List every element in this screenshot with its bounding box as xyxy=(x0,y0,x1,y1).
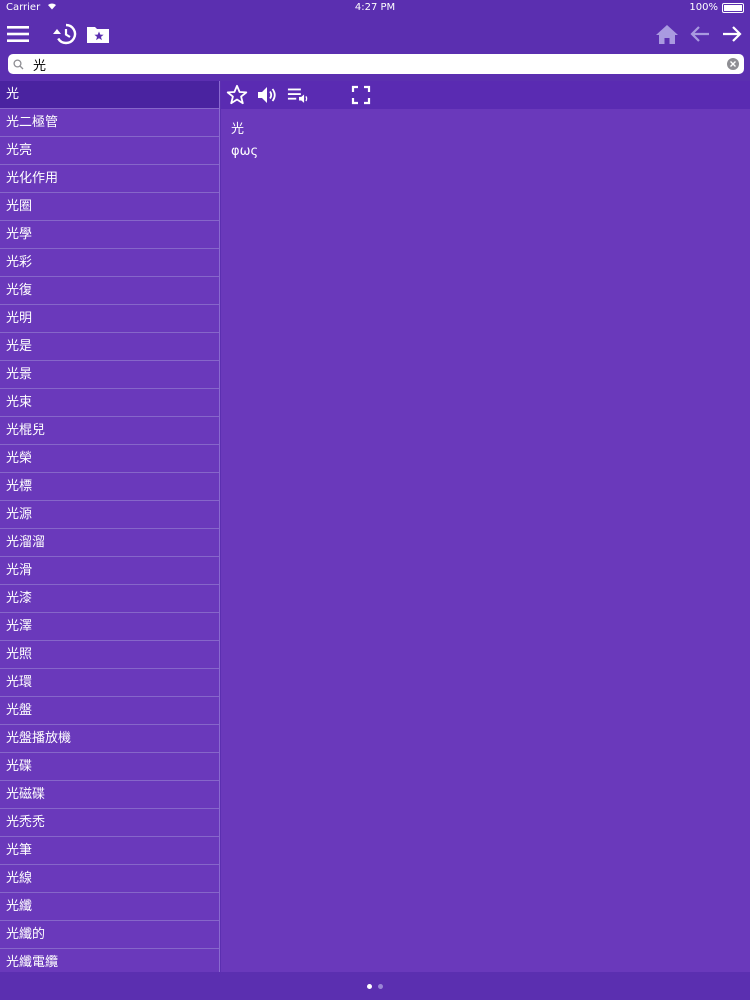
word-list-item[interactable]: 光環 xyxy=(0,669,219,697)
favorite-button[interactable] xyxy=(225,83,249,107)
word-list-item[interactable]: 光照 xyxy=(0,641,219,669)
word-list-item[interactable]: 光盤播放機 xyxy=(0,725,219,753)
word-list-item[interactable]: 光棍兒 xyxy=(0,417,219,445)
search-icon xyxy=(13,58,29,70)
word-list-item[interactable]: 光明 xyxy=(0,305,219,333)
close-icon xyxy=(730,61,736,67)
detail-panel: 光 φως xyxy=(221,81,750,972)
word-list-item[interactable]: 光滑 xyxy=(0,557,219,585)
word-list-item[interactable]: 光彩 xyxy=(0,249,219,277)
entry-translation: φως xyxy=(231,144,259,159)
history-button[interactable] xyxy=(49,18,81,50)
word-list-item[interactable]: 光纖的 xyxy=(0,921,219,949)
menu-icon xyxy=(7,26,29,42)
word-list-item[interactable]: 光是 xyxy=(0,333,219,361)
word-list-item[interactable]: 光圈 xyxy=(0,193,219,221)
status-bar: Carrier 4:27 PM 100% xyxy=(0,0,750,16)
favorites-folder-icon xyxy=(87,27,109,43)
speak-button[interactable] xyxy=(256,83,280,107)
history-icon xyxy=(53,23,77,45)
word-list-item[interactable]: 光標 xyxy=(0,473,219,501)
word-list-item[interactable]: 光學 xyxy=(0,221,219,249)
speak-list-button[interactable] xyxy=(287,83,311,107)
word-list-item[interactable]: 光禿禿 xyxy=(0,809,219,837)
word-list-item[interactable]: 光盤 xyxy=(0,697,219,725)
word-list-item[interactable]: 光纖 xyxy=(0,893,219,921)
playlist-audio-icon xyxy=(287,88,308,103)
word-list: 光光二極管 光亮 光化作用 光圈 光學 光彩 光復 光明 光是 光景 光束 光棍兒 光榮 光標 光源 光溜溜光… xyxy=(0,81,220,972)
word-list-item[interactable]: 光筆 xyxy=(0,837,219,865)
fullscreen-button[interactable] xyxy=(349,83,373,107)
entry-headword: 光 xyxy=(231,122,245,137)
home-button[interactable] xyxy=(651,18,683,50)
word-list-item[interactable]: 光二極管 xyxy=(0,109,219,137)
word-list-item[interactable]: 光溜溜 xyxy=(0,529,219,557)
star-icon xyxy=(226,84,248,105)
word-list-item[interactable]: 光碟 xyxy=(0,753,219,781)
main-toolbar xyxy=(0,16,750,52)
word-list-item[interactable]: 光澤 xyxy=(0,613,219,641)
word-list-item[interactable]: 光亮 xyxy=(0,137,219,165)
word-list-item[interactable]: 光榮 xyxy=(0,445,219,473)
word-list-item[interactable]: 光化作用 xyxy=(0,165,219,193)
word-list-item[interactable]: 光纖電纜 xyxy=(0,949,219,972)
speaker-icon xyxy=(258,87,276,103)
favorites-button[interactable] xyxy=(82,18,114,50)
status-time: 4:27 PM xyxy=(354,2,396,13)
fullscreen-icon xyxy=(351,85,371,105)
back-arrow-icon xyxy=(690,26,709,42)
home-icon xyxy=(656,25,678,44)
word-list-item[interactable]: 光線 xyxy=(0,865,219,893)
menu-button[interactable] xyxy=(2,18,34,50)
page-dot-1[interactable] xyxy=(367,983,372,989)
search-input[interactable] xyxy=(29,55,727,73)
word-list-item[interactable]: 光磁碟 xyxy=(0,781,219,809)
battery-icon xyxy=(722,3,744,13)
word-list-item[interactable]: 光源 xyxy=(0,501,219,529)
word-list-item[interactable]: 光景 xyxy=(0,361,219,389)
search-bar xyxy=(8,54,744,74)
word-list-item[interactable]: 光漆 xyxy=(0,585,219,613)
back-button[interactable] xyxy=(684,18,716,50)
word-list-item[interactable]: 光束 xyxy=(0,389,219,417)
page-indicator xyxy=(0,972,750,1000)
forward-arrow-icon xyxy=(723,26,742,42)
battery-indicator: 100% xyxy=(689,0,744,16)
clear-search-button[interactable] xyxy=(727,58,739,70)
forward-button[interactable] xyxy=(716,18,748,50)
word-list-item[interactable]: 光 xyxy=(0,81,219,109)
page-dot-2[interactable] xyxy=(378,983,383,989)
word-list-item[interactable]: 光復 xyxy=(0,277,219,305)
detail-toolbar xyxy=(221,81,750,109)
